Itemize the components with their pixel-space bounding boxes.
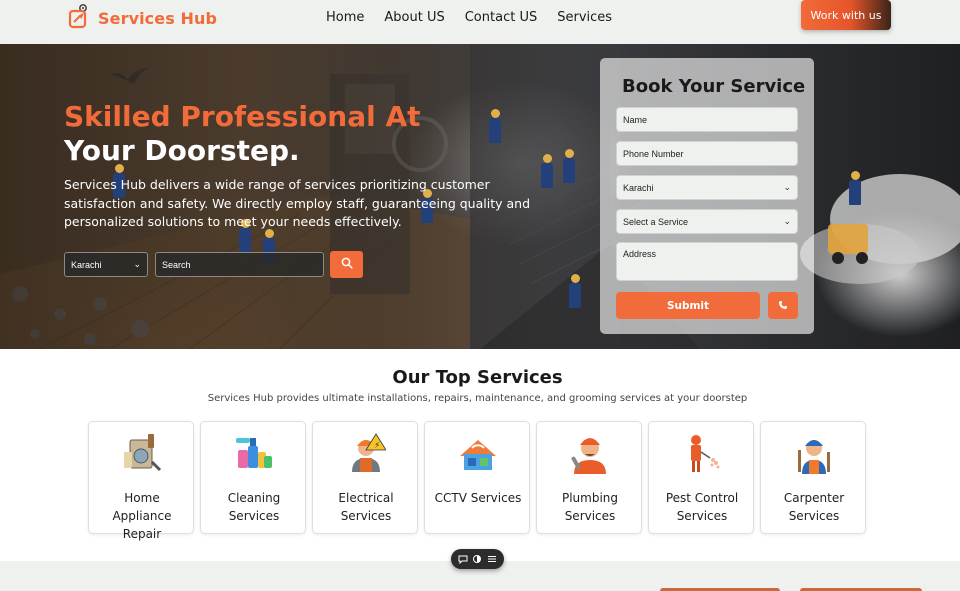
- cleaning-icon: [234, 432, 274, 474]
- service-card-label: Cleaning Services: [227, 491, 281, 523]
- search-button[interactable]: [330, 251, 363, 278]
- main-nav: Home About US Contact US Services: [326, 10, 612, 25]
- phone-icon: [778, 297, 788, 315]
- booking-form: Book Your Service Karachi ⌄ Select a Ser…: [600, 58, 814, 334]
- nav-link-services[interactable]: Services: [557, 10, 612, 25]
- address-field[interactable]: [616, 242, 798, 281]
- service-card-label: Electrical Services: [338, 491, 394, 523]
- search-icon: [341, 256, 353, 274]
- service-card-home-appliance[interactable]: Home Appliance Repair: [88, 421, 194, 541]
- submit-button[interactable]: Submit: [616, 292, 760, 319]
- pest-control-icon: [682, 432, 722, 474]
- chevron-down-icon: ⌄: [783, 216, 791, 226]
- hero-search-input[interactable]: [155, 252, 324, 277]
- service-card-electrical[interactable]: ⚡ Electrical Services: [312, 421, 418, 534]
- booking-title: Book Your Service: [622, 76, 806, 97]
- floating-toolbar: [451, 549, 504, 569]
- service-card-label: Home Appliance Repair: [112, 491, 172, 541]
- service-card-cleaning[interactable]: Cleaning Services: [200, 421, 306, 534]
- worker-figure: [562, 149, 576, 183]
- menu-icon[interactable]: [487, 554, 497, 564]
- work-with-us-button[interactable]: Work with us: [801, 0, 891, 30]
- chat-icon[interactable]: [458, 554, 468, 564]
- plumber-icon: [570, 432, 610, 474]
- service-card-pest-control[interactable]: Pest Control Services: [648, 421, 754, 534]
- hero-description: Services Hub delivers a wide range of se…: [64, 177, 530, 229]
- brand-name: Services Hub: [98, 8, 218, 28]
- service-card-label: Pest Control Services: [665, 491, 739, 523]
- cctv-icon: [458, 432, 498, 474]
- hero-title-line1: Skilled Professional At: [64, 100, 421, 133]
- hero-city-select[interactable]: Karachi ⌄: [64, 252, 148, 277]
- nav-link-contact[interactable]: Contact US: [465, 10, 537, 25]
- nav-link-about[interactable]: About US: [384, 10, 444, 25]
- carpenter-icon: [794, 432, 834, 474]
- chevron-down-icon: ⌄: [783, 182, 791, 192]
- city-select-value: Karachi: [623, 182, 654, 193]
- svg-text:⚡: ⚡: [374, 441, 380, 451]
- hero-title: Skilled Professional At Your Doorstep.: [64, 100, 421, 168]
- name-field[interactable]: [616, 107, 798, 132]
- service-select[interactable]: Select a Service ⌄: [616, 209, 798, 234]
- service-card-cctv[interactable]: CCTV Services: [424, 421, 530, 534]
- service-select-value: Select a Service: [623, 216, 689, 227]
- nav-link-home[interactable]: Home: [326, 10, 364, 25]
- service-card-plumbing[interactable]: Plumbing Services: [536, 421, 642, 534]
- hero-city-value: Karachi: [71, 259, 102, 270]
- worker-figure: [568, 274, 582, 308]
- services-list: Home Appliance Repair Cleaning Services ⚡ …: [88, 421, 866, 541]
- brand-logo-icon: [68, 4, 90, 30]
- phone-field[interactable]: [616, 141, 798, 166]
- hero-title-line2: Your Doorstep.: [64, 134, 300, 167]
- service-card-label: Plumbing Services: [561, 491, 619, 523]
- service-card-label: CCTV Services: [434, 491, 522, 505]
- worker-figure: [848, 171, 862, 205]
- services-title: Our Top Services: [392, 367, 563, 388]
- call-button[interactable]: [768, 292, 798, 319]
- hero-section: Skilled Professional At Your Doorstep. S…: [0, 44, 960, 349]
- service-card-label: Carpenter Services: [783, 491, 845, 523]
- appliance-repair-icon: [122, 432, 162, 474]
- electrician-icon: ⚡: [346, 432, 387, 474]
- theme-toggle-icon[interactable]: [472, 554, 482, 564]
- navbar: Services Hub Home About US Contact US Se…: [0, 0, 960, 44]
- brand-logo[interactable]: Services Hub: [68, 4, 217, 30]
- chevron-down-icon: ⌄: [133, 259, 141, 269]
- services-subtitle: Services Hub provides ultimate installat…: [207, 393, 748, 404]
- city-select[interactable]: Karachi ⌄: [616, 175, 798, 200]
- worker-figure: [488, 109, 502, 143]
- service-card-carpenter[interactable]: Carpenter Services: [760, 421, 866, 534]
